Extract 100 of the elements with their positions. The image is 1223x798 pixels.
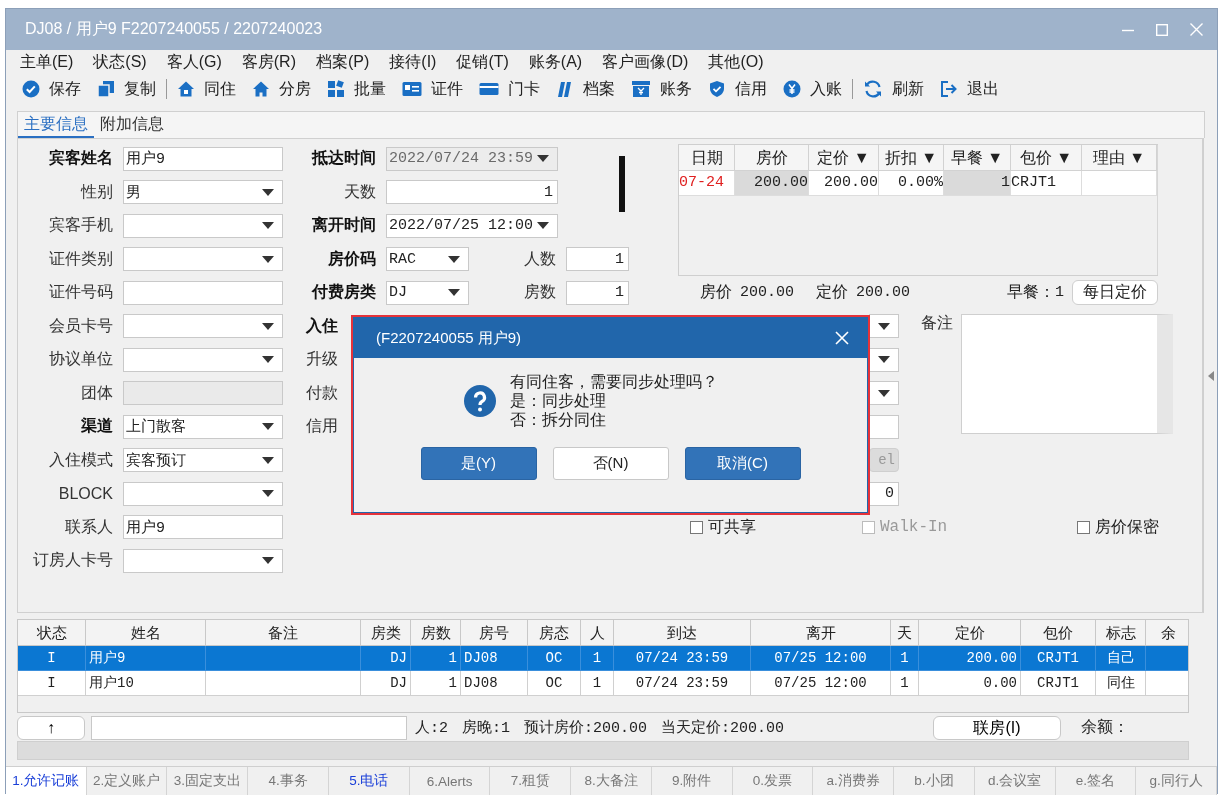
tab[interactable]: b.小团 (894, 767, 975, 795)
text-field[interactable]: 用户9 (123, 515, 283, 540)
daily-rate-button[interactable]: 每日定价 (1072, 280, 1158, 306)
collapse-arrow-icon[interactable] (1207, 370, 1214, 381)
menu-item[interactable]: 客户画像(D) (602, 51, 689, 73)
dropdown-field[interactable]: DJ (386, 280, 469, 305)
column-header[interactable]: 包价 ▼ (1011, 145, 1082, 171)
caret-icon[interactable] (262, 356, 274, 364)
caret-icon[interactable] (262, 490, 274, 498)
dialog-button[interactable]: 否(N) (552, 447, 669, 480)
menu-item[interactable]: 状态(S) (93, 51, 147, 73)
dialog-button[interactable]: 是(Y) (420, 447, 537, 480)
tab[interactable]: 6.Alerts (409, 767, 491, 795)
dropdown-field[interactable] (869, 347, 899, 372)
toolbar-button[interactable]: 保存 (14, 78, 89, 100)
remarks-field[interactable] (961, 313, 1173, 434)
tab[interactable]: 2.定义账户 (86, 767, 168, 795)
tab[interactable]: d.会议室 (974, 767, 1056, 795)
menu-item[interactable]: 其他(O) (708, 51, 764, 73)
caret-icon[interactable] (448, 289, 460, 297)
column-header[interactable]: 定价 ▼ (809, 145, 879, 171)
dialog-button[interactable]: 取消(C) (684, 447, 801, 480)
text-field[interactable]: 1 (386, 180, 558, 205)
toolbar-button[interactable]: 分房 (244, 78, 319, 100)
column-header[interactable]: 折扣 ▼ (879, 145, 944, 171)
tab[interactable]: 8.大备注 (571, 767, 652, 795)
menu-item[interactable]: 接待(I) (389, 51, 437, 73)
caret-icon[interactable] (262, 557, 274, 565)
column-header[interactable]: 房价 (735, 145, 809, 171)
caret-icon[interactable] (262, 222, 274, 230)
close-icon[interactable] (835, 331, 849, 345)
table-row[interactable]: I 用户9 DJ 1 DJ08 OC 1 07/24 23:59 07/25 12:00 1 200.00 CRJT1 自己 (18, 646, 1188, 671)
caret-icon[interactable] (878, 389, 890, 397)
dropdown-field[interactable] (123, 247, 283, 272)
toolbar-button[interactable]: 批量 (319, 78, 394, 100)
text-field[interactable] (123, 381, 283, 406)
toolbar-button[interactable]: 信用 (700, 78, 775, 100)
checkbox[interactable]: 房价保密 (1077, 516, 1160, 538)
caret-icon[interactable] (262, 423, 274, 431)
tab[interactable]: 5.电话 (328, 767, 410, 795)
tab[interactable]: 9.附件 (651, 767, 733, 795)
dropdown-field[interactable]: 男 (123, 180, 283, 205)
text-field[interactable] (91, 715, 407, 740)
toolbar-button[interactable]: 退出 (932, 78, 1007, 100)
up-button[interactable]: ↑ (17, 715, 85, 740)
dropdown-field[interactable] (123, 314, 283, 339)
dropdown-field[interactable] (123, 213, 283, 238)
tab[interactable]: 7.租赁 (490, 767, 572, 795)
menu-item[interactable]: 客房(R) (241, 51, 296, 73)
toolbar-button[interactable]: 证件 (394, 78, 471, 100)
dropdown-field[interactable] (869, 381, 899, 406)
toolbar-button[interactable]: 账务 (623, 78, 700, 100)
menu-item[interactable]: 档案(P) (316, 51, 370, 73)
table-cell: 1 (411, 671, 461, 696)
dropdown-field[interactable] (123, 481, 283, 506)
caret-icon[interactable] (262, 188, 274, 196)
menu-item[interactable]: 主单(E) (20, 51, 74, 73)
dropdown-field[interactable]: RAC (386, 247, 469, 272)
caret-icon[interactable] (262, 456, 274, 464)
toolbar-button[interactable]: 同住 (169, 78, 244, 100)
caret-icon[interactable] (878, 356, 890, 364)
table-row[interactable]: I 用户10 DJ 1 DJ08 OC 1 07/24 23:59 07/25 12:00 1 0.00 CRJT1 同住 (18, 671, 1188, 696)
menu-item[interactable]: 客人(G) (166, 51, 222, 73)
tab[interactable]: 4.事务 (248, 767, 329, 795)
caret-icon[interactable] (262, 255, 274, 263)
caret-icon[interactable] (262, 322, 274, 330)
toolbar-button[interactable]: 复制 (89, 78, 164, 100)
menu-item[interactable]: 账务(A) (528, 51, 583, 73)
text-field[interactable]: 0 (869, 481, 899, 506)
dropdown-field[interactable]: 上门散客 (123, 414, 283, 439)
caret-icon[interactable] (878, 322, 890, 330)
linked-rooms-button[interactable]: 联房(I) (933, 715, 1061, 740)
dropdown-field[interactable]: 2022/07/25 12:00 (386, 213, 558, 238)
tab[interactable]: g.同行人 (1136, 767, 1217, 795)
tab[interactable]: 3.固定支出 (167, 767, 249, 795)
tab[interactable]: 1.允许记账 (6, 767, 87, 795)
tab[interactable]: e.签名 (1055, 767, 1137, 795)
tab[interactable]: 0.发票 (732, 767, 814, 795)
caret-icon[interactable] (537, 222, 549, 230)
text-field[interactable] (123, 280, 283, 305)
text-field[interactable]: 1 (566, 247, 629, 272)
caret-icon[interactable] (448, 255, 460, 263)
tab[interactable]: 附加信息 (94, 112, 170, 138)
column-header[interactable]: 理由 ▼ (1082, 145, 1157, 171)
tab[interactable]: a.消费券 (813, 767, 895, 795)
menu-item[interactable]: 促销(T) (456, 51, 509, 73)
text-field[interactable]: 用户9 (123, 146, 283, 171)
toolbar-button[interactable]: 档案 (548, 78, 623, 100)
toolbar-button[interactable]: 刷新 (855, 78, 932, 100)
text-field[interactable]: 1 (566, 280, 629, 305)
text-field[interactable] (869, 414, 899, 439)
dropdown-field[interactable]: 宾客预订 (123, 448, 283, 473)
toolbar-button[interactable]: 入账 (775, 78, 850, 100)
column-header[interactable]: 早餐 ▼ (944, 145, 1011, 171)
column-header[interactable]: 日期 (679, 145, 735, 171)
dropdown-field[interactable] (869, 314, 899, 339)
toolbar-button[interactable]: 门卡 (471, 78, 548, 100)
dropdown-field[interactable] (123, 347, 283, 372)
dropdown-field[interactable] (123, 548, 283, 573)
checkbox[interactable]: 可共享 (690, 516, 756, 538)
